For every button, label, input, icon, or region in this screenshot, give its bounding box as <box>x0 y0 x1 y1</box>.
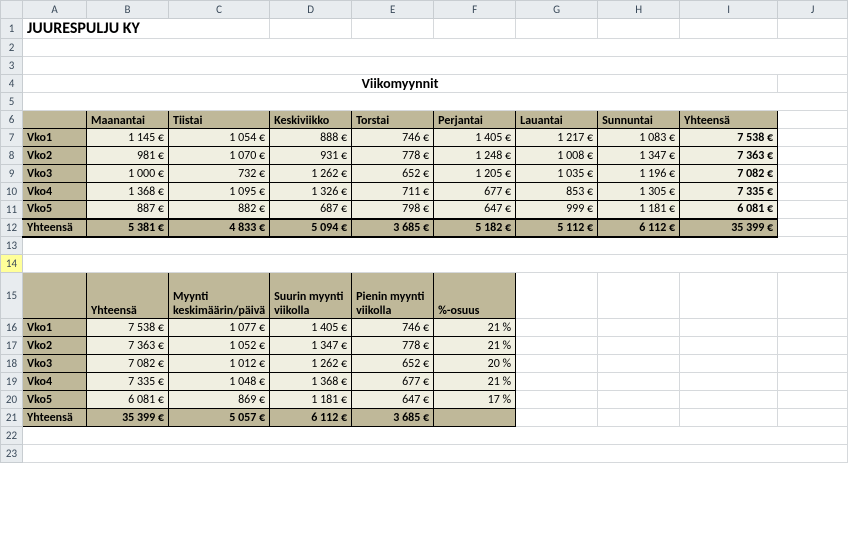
t1-hdr-tue[interactable]: Tiistai <box>169 111 270 129</box>
t1-hdr-fri[interactable]: Perjantai <box>434 111 516 129</box>
row-17[interactable]: 17 <box>1 337 23 355</box>
row-3[interactable]: 3 <box>1 57 23 75</box>
col-C[interactable]: C <box>169 1 270 19</box>
t1-hdr-total[interactable]: Yhteensä <box>680 111 778 129</box>
t1-r0-c5[interactable]: 1 217 € <box>516 129 598 147</box>
t1-hdr-sat[interactable]: Lauantai <box>516 111 598 129</box>
col-J[interactable]: J <box>778 1 848 19</box>
t1-r0-c3[interactable]: 746 € <box>352 129 434 147</box>
row-12[interactable]: 12 <box>1 219 23 237</box>
company-title[interactable]: JUURESPULJU KY <box>23 19 270 39</box>
t1-hdr-mon[interactable]: Maanantai <box>87 111 169 129</box>
row-4[interactable]: 4 <box>1 75 23 93</box>
t1-hdr-wed[interactable]: Keskiviikko <box>270 111 352 129</box>
col-H[interactable]: H <box>598 1 680 19</box>
spreadsheet-grid[interactable]: A B C D E F G H I J 1 JUURESPULJU KY 2 3… <box>0 0 848 463</box>
row-20[interactable]: 20 <box>1 391 23 409</box>
row-14-selected[interactable]: 14 <box>1 255 23 273</box>
column-header-row: A B C D E F G H I J <box>1 1 848 19</box>
row-13[interactable]: 13 <box>1 237 23 255</box>
row-8[interactable]: 8 <box>1 147 23 165</box>
col-A[interactable]: A <box>23 1 87 19</box>
row-6[interactable]: 6 <box>1 111 23 129</box>
t1-total-label[interactable]: Yhteensä <box>23 219 87 237</box>
t1-hdr-sun[interactable]: Sunnuntai <box>598 111 680 129</box>
col-D[interactable]: D <box>270 1 352 19</box>
t1-corner[interactable] <box>23 111 87 129</box>
row-9[interactable]: 9 <box>1 165 23 183</box>
row-5[interactable]: 5 <box>1 93 23 111</box>
row-18[interactable]: 18 <box>1 355 23 373</box>
col-G[interactable]: G <box>516 1 598 19</box>
col-F[interactable]: F <box>434 1 516 19</box>
row-10[interactable]: 10 <box>1 183 23 201</box>
row-15[interactable]: 15 <box>1 273 23 319</box>
row-23[interactable]: 23 <box>1 445 23 463</box>
t1-r0-total[interactable]: 7 538 € <box>680 129 778 147</box>
row-2[interactable]: 2 <box>1 39 23 57</box>
t1-r0-c0[interactable]: 1 145 € <box>87 129 169 147</box>
sheet-subtitle[interactable]: Viikomyynnit <box>23 75 778 93</box>
t2-hdr-1[interactable]: Myynti keskimäärin/päivä <box>169 273 270 319</box>
t2-total-label[interactable]: Yhteensä <box>23 409 87 427</box>
t1-r0-c6[interactable]: 1 083 € <box>598 129 680 147</box>
col-B[interactable]: B <box>87 1 169 19</box>
row-1[interactable]: 1 <box>1 19 23 39</box>
t2-corner[interactable] <box>23 273 87 319</box>
t1-r0-c2[interactable]: 888 € <box>270 129 352 147</box>
row-7[interactable]: 7 <box>1 129 23 147</box>
t2-hdr-4[interactable]: %-osuus <box>434 273 516 319</box>
col-E[interactable]: E <box>352 1 434 19</box>
t2-hdr-3[interactable]: Pienin myynti viikolla <box>352 273 434 319</box>
col-I[interactable]: I <box>680 1 778 19</box>
t2-hdr-0[interactable]: Yhteensä <box>87 273 169 319</box>
select-all-corner[interactable] <box>1 1 23 19</box>
t1-r0-label[interactable]: Vko1 <box>23 129 87 147</box>
t1-r0-c4[interactable]: 1 405 € <box>434 129 516 147</box>
row-22[interactable]: 22 <box>1 427 23 445</box>
t1-hdr-thu[interactable]: Torstai <box>352 111 434 129</box>
t2-hdr-2[interactable]: Suurin myynti viikolla <box>270 273 352 319</box>
row-19[interactable]: 19 <box>1 373 23 391</box>
row-16[interactable]: 16 <box>1 319 23 337</box>
t1-r0-c1[interactable]: 1 054 € <box>169 129 270 147</box>
row-21[interactable]: 21 <box>1 409 23 427</box>
row-11[interactable]: 11 <box>1 201 23 219</box>
